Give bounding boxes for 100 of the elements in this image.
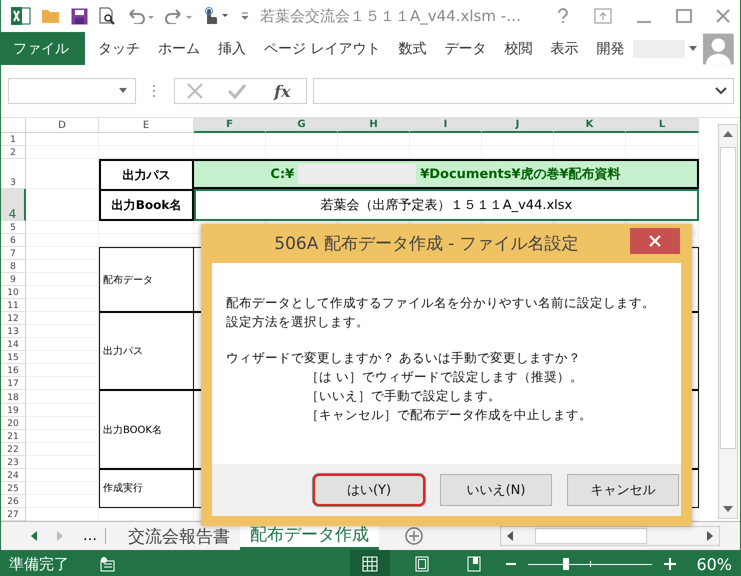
row-header[interactable]: 3 xyxy=(1,159,26,190)
folder-icon[interactable] xyxy=(41,8,61,24)
macro-record-icon[interactable] xyxy=(99,556,115,572)
row-header[interactable]: 12 xyxy=(1,312,26,326)
column-header[interactable]: L xyxy=(626,118,699,133)
row-header[interactable]: 9 xyxy=(1,273,26,286)
ribbon-tab[interactable]: 挿入 xyxy=(209,32,255,65)
message-text: ウィザードで変更しますか？ あるいは手動で変更しますか？ xyxy=(226,349,582,367)
row-header[interactable]: 14 xyxy=(1,338,26,352)
dialog-button[interactable]: はい(Y) xyxy=(313,474,425,506)
vertical-scrollbar[interactable] xyxy=(718,124,738,519)
zoom-in-icon[interactable] xyxy=(664,558,676,570)
ribbon-display-icon[interactable] xyxy=(594,8,612,24)
ribbon-tab[interactable]: 表示 xyxy=(541,32,588,65)
touch-mode-icon[interactable] xyxy=(202,7,230,25)
row-header[interactable]: 21 xyxy=(1,430,26,443)
customize-toolbar-icon[interactable] xyxy=(240,10,250,22)
scroll-up-icon[interactable] xyxy=(723,131,733,137)
ribbon-tab[interactable]: ページ レイアウト xyxy=(255,32,390,65)
caret-icon[interactable] xyxy=(689,46,698,52)
redo-icon[interactable] xyxy=(164,8,192,24)
status-text: 準備完了 xyxy=(9,554,69,574)
row-header[interactable]: 5 xyxy=(1,221,26,234)
column-header[interactable]: I xyxy=(410,118,482,133)
spreadsheet-cell[interactable] xyxy=(482,133,554,146)
row-header[interactable]: 7 xyxy=(1,247,26,260)
row-header[interactable]: 24 xyxy=(1,468,26,482)
checkmark-icon[interactable] xyxy=(227,82,248,100)
close-button[interactable] xyxy=(630,228,680,254)
add-sheet-icon[interactable] xyxy=(405,527,423,545)
dialog-button[interactable]: いいえ(N) xyxy=(440,474,552,506)
row-header[interactable]: 18 xyxy=(1,390,26,404)
row-header[interactable]: 6 xyxy=(1,234,26,248)
zoom-level-text[interactable]: 60% xyxy=(696,554,732,574)
column-header[interactable]: G xyxy=(266,118,338,133)
row-header[interactable]: 8 xyxy=(1,260,26,274)
drag-handle-icon[interactable] xyxy=(152,84,156,98)
scroll-left-icon[interactable] xyxy=(507,531,513,541)
formula-input[interactable] xyxy=(313,78,734,104)
spreadsheet-cell[interactable] xyxy=(266,133,338,146)
row-header[interactable]: 26 xyxy=(1,494,26,508)
column-header[interactable]: F xyxy=(194,118,266,133)
ribbon-tab[interactable]: 数式 xyxy=(389,32,436,65)
spreadsheet-cell[interactable] xyxy=(26,234,99,248)
row-header[interactable]: 19 xyxy=(1,404,26,417)
row-header[interactable]: 13 xyxy=(1,325,26,338)
row-header[interactable]: 16 xyxy=(1,364,26,378)
close-icon[interactable] xyxy=(716,9,730,23)
cancel-icon[interactable] xyxy=(186,82,204,100)
column-header[interactable]: H xyxy=(338,118,410,133)
help-icon[interactable] xyxy=(556,8,570,24)
row-header[interactable]: 17 xyxy=(1,377,26,390)
scroll-down-icon[interactable] xyxy=(723,506,733,512)
spreadsheet-cell[interactable] xyxy=(26,146,99,160)
select-all-corner[interactable] xyxy=(1,118,26,133)
row-header[interactable]: 10 xyxy=(1,286,26,300)
excel-logo-icon[interactable] xyxy=(11,7,31,25)
ribbon-tab[interactable]: データ xyxy=(435,32,496,65)
spreadsheet-cell[interactable] xyxy=(194,133,266,146)
column-header[interactable]: E xyxy=(99,118,194,133)
dialog-title: 506A 配布データ作成 - ファイル名設定 xyxy=(274,233,579,255)
maximize-icon[interactable] xyxy=(676,8,692,24)
row-header[interactable]: 23 xyxy=(1,456,26,469)
ribbon-tab[interactable]: 校閲 xyxy=(495,32,542,65)
dialog-button[interactable]: キャンセル xyxy=(567,474,679,506)
normal-view-icon[interactable] xyxy=(350,550,390,576)
print-preview-icon[interactable] xyxy=(98,7,116,25)
row-header[interactable]: 27 xyxy=(1,508,26,521)
spreadsheet-cell[interactable] xyxy=(99,133,194,146)
column-header[interactable]: K xyxy=(554,118,626,133)
row-header[interactable]: 15 xyxy=(1,351,26,364)
save-icon[interactable] xyxy=(71,8,88,24)
ribbon-tab[interactable]: ホーム xyxy=(149,32,209,65)
spreadsheet-cell[interactable] xyxy=(554,133,626,146)
scroll-right-icon[interactable] xyxy=(707,531,713,541)
zoom-slider-thumb[interactable] xyxy=(562,558,569,570)
row-header[interactable]: 20 xyxy=(1,416,26,430)
expand-icon[interactable] xyxy=(715,87,727,95)
spreadsheet-cell[interactable] xyxy=(26,221,99,234)
ribbon-tab[interactable]: 開発 xyxy=(587,32,634,65)
avatar-silhouette-icon[interactable] xyxy=(703,32,734,64)
row-header[interactable]: 22 xyxy=(1,442,26,456)
spreadsheet-cell[interactable] xyxy=(338,133,410,146)
row-header[interactable]: 25 xyxy=(1,482,26,495)
next-sheet-icon[interactable] xyxy=(57,531,63,541)
column-header[interactable]: D xyxy=(26,118,99,133)
previous-sheet-icon[interactable] xyxy=(31,531,37,541)
row-header[interactable]: 11 xyxy=(1,299,26,312)
row-header[interactable]: 2 xyxy=(1,146,26,160)
spreadsheet-cell[interactable] xyxy=(26,133,99,146)
column-header[interactable]: J xyxy=(482,118,554,133)
horizontal-scrollbar[interactable] xyxy=(500,526,720,546)
row-header[interactable]: 1 xyxy=(1,133,26,146)
row-header[interactable]: 4 xyxy=(1,189,26,222)
spreadsheet-cell[interactable] xyxy=(410,133,482,146)
ribbon-tab[interactable]: タッチ xyxy=(89,32,149,65)
caret-icon[interactable] xyxy=(119,88,127,94)
spreadsheet-cell[interactable] xyxy=(626,133,699,146)
insert-function-button[interactable]: fx xyxy=(270,82,295,100)
more-sheets-button[interactable]: … xyxy=(83,528,106,544)
